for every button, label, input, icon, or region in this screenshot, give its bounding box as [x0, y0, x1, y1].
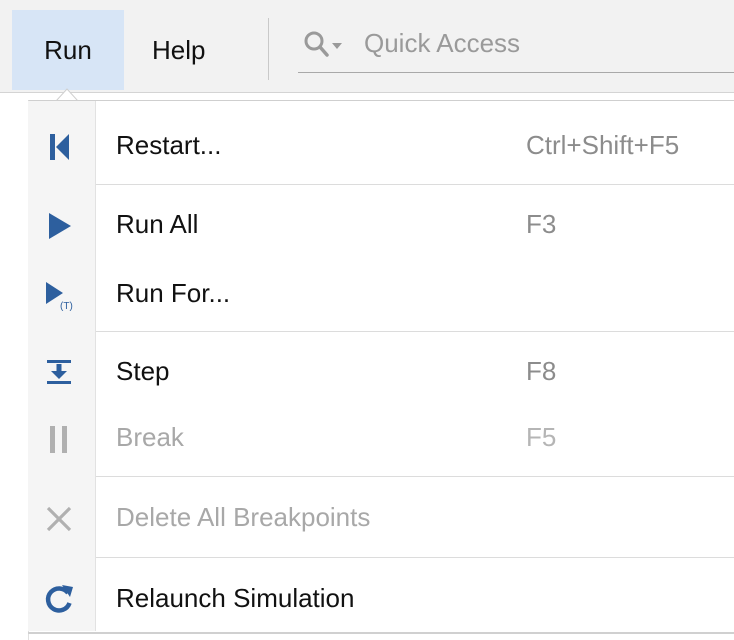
shortcut-label: F5	[526, 422, 557, 452]
run-for-badge: (T)	[60, 301, 73, 312]
close-icon	[46, 506, 72, 532]
menu-item-step[interactable]: Step F8	[28, 343, 734, 403]
menu-item-label: Restart...	[116, 130, 222, 160]
quick-access-search[interactable]: Quick Access	[298, 22, 734, 73]
menu-item-run-for[interactable]: (T) Run For...	[28, 265, 734, 325]
restart-icon	[50, 134, 69, 160]
shortcut-label: F3	[526, 209, 557, 239]
run-for-icon: (T)	[46, 282, 73, 312]
menu-item-label: Step	[116, 356, 170, 386]
search-icon	[304, 31, 342, 57]
shortcut-label: F8	[526, 356, 557, 386]
menu-separator	[96, 184, 734, 185]
step-icon	[47, 360, 71, 384]
menu-item-label: Delete All Breakpoints	[116, 502, 371, 532]
menu-item-delete-all-breakpoints[interactable]: Delete All Breakpoints	[28, 489, 734, 549]
menu-separator	[96, 557, 734, 558]
menu-item-label: Break	[116, 422, 184, 452]
menu-item-run-all[interactable]: Run All F3	[28, 196, 734, 256]
menu-item-label: Relaunch Simulation	[116, 583, 355, 613]
menu-bottom-edge	[28, 632, 734, 634]
play-icon	[49, 213, 71, 239]
menu-item-label: Run For...	[116, 278, 231, 308]
menu-item-restart[interactable]: Restart... Ctrl+Shift+F5	[28, 117, 734, 177]
quick-access-placeholder: Quick Access	[364, 28, 521, 58]
relaunch-icon	[45, 585, 73, 613]
menu-bar: Run Help Quick Access	[0, 0, 734, 93]
menu-separator	[96, 331, 734, 332]
menu-item-relaunch-simulation[interactable]: Relaunch Simulation	[28, 570, 734, 630]
menu-run[interactable]: Run	[12, 10, 124, 90]
menu-item-label: Run All	[116, 209, 199, 239]
shortcut-label: Ctrl+Shift+F5	[526, 130, 680, 160]
menu-help[interactable]: Help	[152, 10, 238, 90]
menubar-divider	[268, 18, 269, 80]
menu-item-break[interactable]: Break F5	[28, 409, 734, 469]
menu-separator	[96, 476, 734, 477]
pause-icon	[50, 426, 67, 453]
